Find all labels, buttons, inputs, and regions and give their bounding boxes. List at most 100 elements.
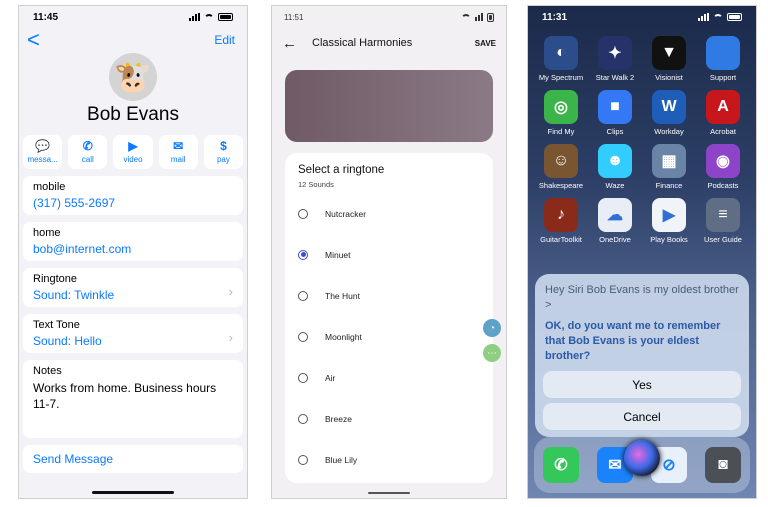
app-visionist[interactable]: ▼ Visionist xyxy=(642,36,696,82)
chevron-right-icon: › xyxy=(228,284,233,299)
phone-app-icon[interactable]: ✆ xyxy=(543,447,579,483)
home-field[interactable]: home bob@internet.com xyxy=(23,222,243,261)
signal-icon xyxy=(475,13,483,21)
send-message-row[interactable]: Send Message xyxy=(23,445,243,473)
radio-unselected-icon[interactable] xyxy=(298,454,308,465)
status-time: 11:51 xyxy=(284,12,304,22)
play-books-icon: ▶ xyxy=(652,198,686,232)
app-guitartoolkit[interactable]: ♪ GuitarToolkit xyxy=(534,198,588,244)
ringtone-item[interactable]: Nutcracker xyxy=(298,193,480,234)
app-acrobat[interactable]: A Acrobat xyxy=(696,90,750,136)
shakespeare-icon: ☺ xyxy=(544,144,578,178)
app-star-walk-2[interactable]: ✦ Star Walk 2 xyxy=(588,36,642,82)
app-label: Support xyxy=(709,73,737,82)
home-email-value[interactable]: bob@internet.com xyxy=(33,242,233,256)
app-bar: ← Classical Harmonies SAVE xyxy=(272,28,506,58)
app-label: My Spectrum xyxy=(538,73,584,82)
video-button[interactable]: ▶ video xyxy=(113,135,153,169)
ringtone-name: Nutcracker xyxy=(325,208,367,219)
app-finance[interactable]: ▦ Finance xyxy=(642,144,696,190)
ringtone-item[interactable]: Air xyxy=(298,357,480,398)
app-find-my[interactable]: ◎ Find My xyxy=(534,90,588,136)
app-label: Visionist xyxy=(655,73,683,82)
radio-unselected-icon[interactable] xyxy=(298,413,308,424)
mail-button[interactable]: ✉ mail xyxy=(158,135,198,169)
text-tone-value: Sound: Hello xyxy=(33,334,102,348)
siri-card: Hey Siri Bob Evans is my oldest brother … xyxy=(535,274,749,437)
video-icon: ▶ xyxy=(128,139,138,153)
save-button[interactable]: SAVE xyxy=(475,39,496,48)
phone-icon: ✆ xyxy=(82,139,93,153)
app-onedrive[interactable]: ☁ OneDrive xyxy=(588,198,642,244)
app-podcasts[interactable]: ◉ Podcasts xyxy=(696,144,750,190)
more-bubble-icon[interactable]: ⋯ xyxy=(483,344,501,362)
status-bar: 11:51 xyxy=(272,6,506,28)
send-message-button[interactable]: Send Message xyxy=(33,452,233,466)
wifi-icon xyxy=(713,13,723,21)
album-banner xyxy=(285,70,493,142)
app-shakespeare[interactable]: ☺ Shakespeare xyxy=(534,144,588,190)
quick-actions: 💬 messa... ✆ call ▶ video ✉ mail $ pay xyxy=(19,135,247,169)
message-icon: 💬 xyxy=(35,139,51,153)
ringtone-item[interactable]: Blue Lily xyxy=(298,439,480,480)
radio-selected-icon[interactable] xyxy=(298,249,308,260)
siri-orb-icon[interactable] xyxy=(624,440,660,476)
camera-icon[interactable]: ◙ xyxy=(705,447,741,483)
message-button[interactable]: 💬 messa... xyxy=(23,135,63,169)
home-indicator xyxy=(92,491,174,494)
edit-button[interactable]: Edit xyxy=(214,33,235,47)
radio-unselected-icon[interactable] xyxy=(298,290,308,301)
ringtone-item[interactable]: Minuet xyxy=(298,234,480,275)
assistant-bubble-icon[interactable]: ◔ xyxy=(483,319,501,337)
cancel-button[interactable]: Cancel xyxy=(543,403,741,430)
spectrum-icon: ◐ xyxy=(544,36,578,70)
ringtone-name: Air xyxy=(325,372,336,383)
podcasts-icon: ◉ xyxy=(706,144,740,178)
ringtone-name: Moonlight xyxy=(325,331,362,342)
app-label: Waze xyxy=(605,181,625,190)
home-app-grid: ◐ My Spectrum ✦ Star Walk 2 ▼ Visionist Suppor… xyxy=(528,28,756,244)
text-tone-row[interactable]: Text Tone Sound: Hello › xyxy=(23,314,243,353)
back-chevron-icon[interactable]: < xyxy=(27,29,40,51)
chevron-right-icon: › xyxy=(228,330,233,345)
sheet-title: Select a ringtone xyxy=(298,164,385,176)
pay-button[interactable]: $ pay xyxy=(203,135,244,169)
wifi-icon xyxy=(204,13,214,21)
app-my-spectrum[interactable]: ◐ My Spectrum xyxy=(534,36,588,82)
ringtone-name: Breeze xyxy=(325,413,352,424)
app-label: Finance xyxy=(655,181,683,190)
app-play-books[interactable]: ▶ Play Books xyxy=(642,198,696,244)
ringtone-item[interactable]: The Hunt xyxy=(298,275,480,316)
ringtone-item[interactable]: Breeze xyxy=(298,398,480,439)
app-support[interactable]: Support xyxy=(696,36,750,82)
back-arrow-icon[interactable]: ← xyxy=(282,35,312,52)
ringtone-row[interactable]: Ringtone Sound: Twinkle › xyxy=(23,268,243,307)
siri-utterance[interactable]: Hey Siri Bob Evans is my oldest brother … xyxy=(545,283,739,313)
app-clips[interactable]: ■ Clips xyxy=(588,90,642,136)
mobile-value[interactable]: (317) 555-2697 xyxy=(33,196,233,210)
nav-bar: < Edit xyxy=(19,28,247,51)
app-user-guide[interactable]: ≡ User Guide xyxy=(696,198,750,244)
yes-button[interactable]: Yes xyxy=(543,371,741,398)
radio-unselected-icon[interactable] xyxy=(298,208,308,219)
status-time: 11:31 xyxy=(542,11,568,23)
ringtone-list: Nutcracker Minuet The Hunt Moonlight Air Bree… xyxy=(298,193,480,480)
mobile-field[interactable]: mobile (317) 555-2697 xyxy=(23,176,243,215)
notes-label: Notes xyxy=(33,365,62,377)
page-title: Classical Harmonies xyxy=(312,37,413,49)
radio-unselected-icon[interactable] xyxy=(298,372,308,383)
notes-field[interactable]: Notes Works from home. Business hours 11… xyxy=(23,360,243,438)
acrobat-icon: A xyxy=(706,90,740,124)
text-tone-label: Text Tone xyxy=(33,319,80,331)
status-bar: 11:45 xyxy=(19,6,247,28)
app-label: Podcasts xyxy=(707,181,739,190)
app-workday[interactable]: W Workday xyxy=(642,90,696,136)
call-button[interactable]: ✆ call xyxy=(68,135,108,169)
radio-unselected-icon[interactable] xyxy=(298,331,308,342)
app-waze[interactable]: ☻ Waze xyxy=(588,144,642,190)
workday-icon: W xyxy=(652,90,686,124)
ringtone-item[interactable]: Moonlight xyxy=(298,316,480,357)
status-time: 11:45 xyxy=(33,11,59,23)
battery-icon xyxy=(218,13,233,21)
app-label: Workday xyxy=(654,127,684,136)
